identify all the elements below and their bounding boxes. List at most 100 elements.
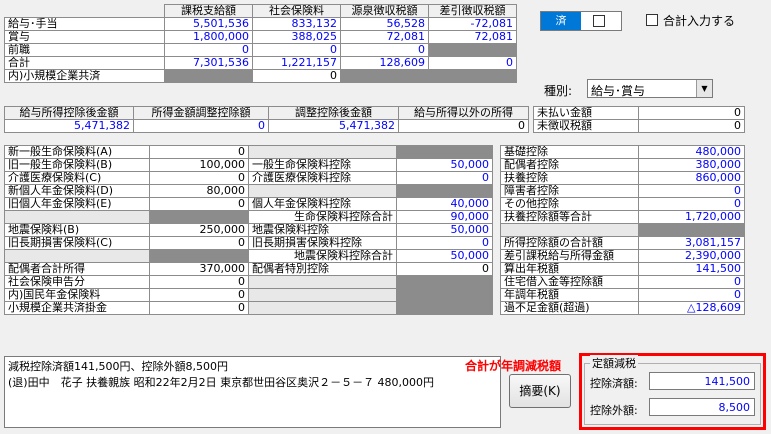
insurance-label: 新一般生命保険料(A) <box>4 145 150 159</box>
total-label: 障害者控除 <box>500 184 639 198</box>
value-cell: 0 <box>133 119 269 133</box>
annotation-text: 合計が年調減税額 <box>465 359 562 373</box>
total-value: △128,609 <box>638 301 745 315</box>
total-label: 差引課税給与所得金額 <box>500 249 639 263</box>
deducted-label: 控除済額: <box>590 377 638 390</box>
insurance-value[interactable]: 0 <box>149 145 249 159</box>
total-value: 3,081,157 <box>638 236 745 250</box>
summary-textarea[interactable]: 減税控除済額141,500円、控除外額8,500円 (退)田中 花子 扶養親族 … <box>4 356 501 428</box>
summary-line: (退)田中 花子 扶養親族 昭和22年2月2日 東京都世田谷区奥沢２－５－７ 4… <box>8 376 435 389</box>
total-label <box>500 223 639 237</box>
excluded-field[interactable]: 8,500 <box>649 398 755 416</box>
value-cell[interactable]: 56,528 <box>340 17 429 31</box>
unpaid-value[interactable]: 0 <box>638 106 745 120</box>
row-label: 前職 <box>4 43 165 57</box>
insurance-label: 旧長期損害保険料(C) <box>4 236 150 250</box>
deduction-label: 生命保険料控除合計 <box>248 210 397 224</box>
col-header: 給与所得控除後金額 <box>4 106 134 120</box>
value-cell[interactable]: 833,132 <box>252 17 341 31</box>
type-select[interactable]: 給与･賞与 ▼ <box>587 79 713 98</box>
value-cell: 5,471,382 <box>4 119 134 133</box>
insurance-value[interactable]: 250,000 <box>149 223 249 237</box>
deduction-label: 一般生命保険料控除 <box>248 158 397 172</box>
fixed-reduction-title: 定額減税 <box>590 355 638 371</box>
disabled-cell <box>149 210 249 224</box>
total-value: 141,500 <box>638 262 745 276</box>
done-button[interactable]: 済 <box>541 12 581 30</box>
col-header: 給与所得以外の所得 <box>398 106 529 120</box>
insurance-value[interactable]: 0 <box>149 197 249 211</box>
deduction-label <box>248 288 397 302</box>
total-value: 480,000 <box>638 145 745 159</box>
disabled-cell <box>164 69 253 83</box>
insurance-label: 社会保険申告分 <box>4 275 150 289</box>
value-cell[interactable]: 0 <box>164 43 253 57</box>
disabled-cell <box>638 223 745 237</box>
value-cell[interactable]: 0 <box>252 43 341 57</box>
total-label: 所得控除額の合計額 <box>500 236 639 250</box>
deduction-value: 0 <box>396 236 493 250</box>
type-label: 種別: <box>544 84 573 98</box>
insurance-label: 小規模企業共済掛金 <box>4 301 150 315</box>
insurance-value[interactable]: 370,000 <box>149 262 249 276</box>
disabled-cell <box>396 184 493 198</box>
row-label: 内)小規模企業共済 <box>4 69 165 83</box>
total-label: 過不足金額(超過) <box>500 301 639 315</box>
undone-checkbox[interactable] <box>593 15 605 27</box>
insurance-value[interactable]: 0 <box>149 236 249 250</box>
deduction-label <box>248 145 397 159</box>
total-value: 860,000 <box>638 171 745 185</box>
total-label: 算出年税額 <box>500 262 639 276</box>
total-label: 扶養控除 <box>500 171 639 185</box>
value-cell[interactable]: 72,081 <box>340 30 429 44</box>
col-header: 差引徴収税額 <box>428 4 517 18</box>
insurance-value[interactable]: 80,000 <box>149 184 249 198</box>
done-toggle[interactable]: 済 <box>540 11 622 31</box>
value-cell[interactable]: 0 <box>340 43 429 57</box>
deduction-value: 50,000 <box>396 223 493 237</box>
insurance-value[interactable]: 100,000 <box>149 158 249 172</box>
insurance-value[interactable]: 0 <box>149 171 249 185</box>
total-input-label: 合計入力する <box>663 14 736 28</box>
row-label: 給与･手当 <box>4 17 165 31</box>
insurance-value[interactable]: 0 <box>149 288 249 302</box>
deduction-value: 50,000 <box>396 158 493 172</box>
abstract-button[interactable]: 摘要(K) <box>509 374 571 408</box>
deduction-label <box>248 301 397 315</box>
value-cell[interactable]: 1,800,000 <box>164 30 253 44</box>
uncollected-value[interactable]: 0 <box>638 119 745 133</box>
total-value[interactable]: 0 <box>638 184 745 198</box>
row-label: 合計 <box>4 56 165 70</box>
total-label: 年調年税額 <box>500 288 639 302</box>
deducted-field[interactable]: 141,500 <box>649 372 755 390</box>
insurance-label: 内)国民年金保険料 <box>4 288 150 302</box>
deduction-label: 個人年金保険料控除 <box>248 197 397 211</box>
deduction-label: 地震保険料控除合計 <box>248 249 397 263</box>
total-label: 扶養控除額等合計 <box>500 210 639 224</box>
value-cell[interactable]: 0 <box>252 69 341 83</box>
total-value[interactable]: 0 <box>638 197 745 211</box>
total-input-checkbox[interactable] <box>646 14 658 26</box>
value-cell[interactable]: 0 <box>398 119 529 133</box>
col-header: 調整控除後金額 <box>268 106 399 120</box>
disabled-cell <box>340 69 429 83</box>
total-label: その他控除 <box>500 197 639 211</box>
deduction-value: 0 <box>396 262 493 276</box>
col-header: 源泉徴収税額 <box>340 4 429 18</box>
disabled-cell <box>149 249 249 263</box>
total-label: 配偶者控除 <box>500 158 639 172</box>
total-value: 380,000 <box>638 158 745 172</box>
chevron-down-icon[interactable]: ▼ <box>696 80 712 97</box>
summary-line: 減税控除済額141,500円、控除外額8,500円 <box>8 360 228 373</box>
value-cell[interactable]: 5,501,536 <box>164 17 253 31</box>
insurance-label: 地震保険料(B) <box>4 223 150 237</box>
insurance-label: 旧個人年金保険料(E) <box>4 197 150 211</box>
insurance-value[interactable]: 0 <box>149 275 249 289</box>
insurance-label: 旧一般生命保険料(B) <box>4 158 150 172</box>
insurance-table: 新一般生命保険料(A) 0 旧一般生命保険料(B) 100,000 一般生命保険料控除 5… <box>4 145 493 315</box>
total-label: 基礎控除 <box>500 145 639 159</box>
deduction-value: 40,000 <box>396 197 493 211</box>
insurance-value[interactable]: 0 <box>149 301 249 315</box>
uncollected-label: 未徴収税額 <box>533 119 639 133</box>
value-cell[interactable]: 388,025 <box>252 30 341 44</box>
